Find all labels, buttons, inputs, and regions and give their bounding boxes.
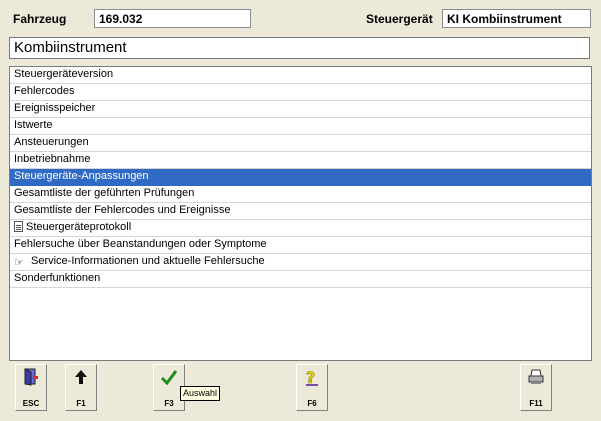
list-item-inbetriebnahme[interactable]: Inbetriebnahme [10, 152, 591, 169]
up-arrow-icon [66, 368, 96, 392]
pointing-hand-icon: ☞ [14, 257, 24, 269]
list-item-label: Sonderfunktionen [14, 272, 101, 284]
list-item-ansteuerungen[interactable]: Ansteuerungen [10, 135, 591, 152]
list-item-ereignisspeicher[interactable]: Ereignisspeicher [10, 101, 591, 118]
list-item-label: Inbetriebnahme [14, 153, 91, 165]
list-item-steuergeraeteversion[interactable]: Steuergeräteversion [10, 67, 591, 84]
fahrzeug-field: 169.032 [94, 9, 251, 28]
list-item-gesamtliste-pruefungen[interactable]: Gesamtliste der geführten Prüfungen [10, 186, 591, 203]
function-list: Steuergeräteversion Fehlercodes Ereignis… [9, 66, 592, 361]
list-item-gesamtliste-fehlercodes[interactable]: Gesamtliste der Fehlercodes und Ereignis… [10, 203, 591, 220]
list-item-label: Ansteuerungen [14, 136, 89, 148]
list-item-label: Istwerte [14, 119, 53, 131]
list-item-sonderfunktionen[interactable]: Sonderfunktionen [10, 271, 591, 288]
list-item-label: Steuergeräteprotokoll [26, 221, 132, 233]
esc-button[interactable]: ESC [15, 364, 47, 411]
page-title: Kombiinstrument [9, 37, 590, 59]
list-item-steuergeraeteprotokoll[interactable]: Steuergeräteprotokoll [10, 220, 591, 237]
header-bar: Fahrzeug 169.032 Steuergerät KI Kombiins… [0, 0, 601, 34]
list-item-label: Fehlersuche über Beanstandungen oder Sym… [14, 238, 267, 250]
list-item-label: Fehlercodes [14, 85, 75, 97]
steuergeraet-field: KI Kombiinstrument [442, 9, 591, 28]
list-item-fehlersuche[interactable]: Fehlersuche über Beanstandungen oder Sym… [10, 237, 591, 254]
list-item-label: Steuergeräte-Anpassungen [14, 170, 149, 182]
list-item-service-informationen[interactable]: ☞ Service-Informationen und aktuelle Fehl… [10, 254, 591, 271]
list-item-label: Gesamtliste der Fehlercodes und Ereignis… [14, 204, 231, 216]
steuergeraet-label: Steuergerät [366, 12, 433, 26]
list-item-label: Gesamtliste der geführten Prüfungen [14, 187, 195, 199]
f11-label: F11 [529, 399, 543, 408]
exit-door-icon [16, 368, 46, 392]
help-question-icon: ? [297, 368, 327, 392]
f1-label: F1 [76, 399, 86, 408]
list-item-fehlercodes[interactable]: Fehlercodes [10, 84, 591, 101]
f6-button[interactable]: ? F6 [296, 364, 328, 411]
document-icon [14, 221, 23, 232]
esc-label: ESC [22, 399, 40, 408]
printer-icon [521, 368, 551, 392]
list-item-label: Ereignisspeicher [14, 102, 96, 114]
f1-button[interactable]: F1 [65, 364, 97, 411]
list-item-istwerte[interactable]: Istwerte [10, 118, 591, 135]
list-item-label: Steuergeräteversion [14, 68, 114, 80]
f11-button[interactable]: F11 [520, 364, 552, 411]
fahrzeug-label: Fahrzeug [13, 12, 67, 26]
list-item-steuergeraete-anpassungen[interactable]: Steuergeräte-Anpassungen [10, 169, 591, 186]
list-item-label: Service-Informationen und aktuelle Fehle… [31, 255, 265, 267]
tooltip: Auswahl [180, 386, 221, 401]
f6-label: F6 [307, 399, 317, 408]
